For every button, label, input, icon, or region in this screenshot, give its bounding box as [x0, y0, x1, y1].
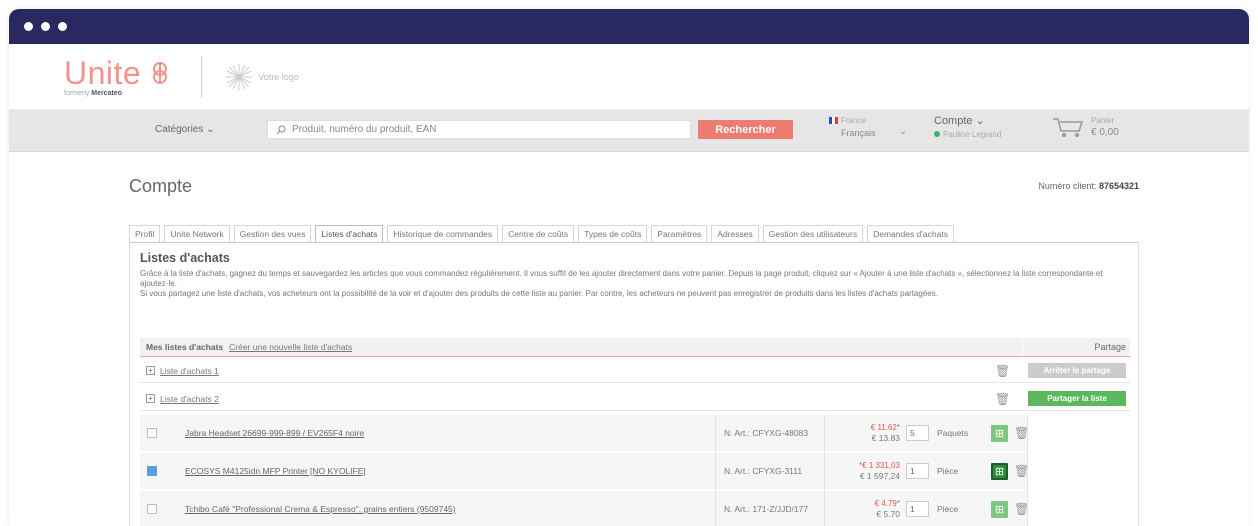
- add-to-cart-icon[interactable]: ⊞: [991, 424, 1008, 442]
- add-to-cart-icon[interactable]: ⊞: [991, 500, 1008, 518]
- search-icon: [276, 125, 286, 134]
- share-list-button[interactable]: Partager la liste: [1028, 391, 1126, 406]
- trash-icon[interactable]: 🗑: [995, 364, 1010, 378]
- browser-window: Unite formerly Mercateo Votre logo Catég…: [9, 9, 1249, 526]
- search-button[interactable]: Rechercher: [698, 120, 793, 139]
- tab-gestion-utilisateurs[interactable]: Gestion des utilisateurs: [762, 225, 864, 242]
- product-row: Tchibo Café "Professional Crema & Espres…: [140, 490, 1029, 526]
- shopping-lists-panel: Listes d'achats Grâce à la liste d'achat…: [129, 242, 1139, 526]
- my-lists-label: Mes listes d'achats: [146, 342, 224, 352]
- article-number: N. Art.: 171-Z/JJD/177: [715, 490, 825, 526]
- tab-unite-network[interactable]: Unite Network: [164, 225, 230, 242]
- product-row: ECOSYS M4125idn MFP Printer [NO KYOLIFE]…: [140, 452, 1029, 490]
- window-control-dot[interactable]: [58, 22, 67, 31]
- account-tabs: Profil Unite Network Gestion des vues Li…: [129, 225, 954, 242]
- list-row: + Liste d'achats 2 🗑 Partager la liste: [140, 387, 1130, 411]
- product-name-link[interactable]: Tchibo Café "Professional Crema & Espres…: [185, 504, 456, 514]
- language-label: Français: [841, 128, 876, 138]
- stop-sharing-button[interactable]: Arrêter le partage: [1028, 363, 1126, 378]
- tab-listes-achats[interactable]: Listes d'achats: [315, 225, 384, 242]
- section-title: Listes d'achats: [140, 251, 230, 265]
- logo-burst-icon: [226, 63, 253, 90]
- tab-adresses[interactable]: Adresses: [711, 225, 759, 242]
- unit-label: Paquets: [937, 428, 969, 438]
- trash-icon[interactable]: 🗑: [1014, 464, 1029, 478]
- quantity-input[interactable]: 1: [906, 501, 929, 517]
- product-checkbox[interactable]: [147, 466, 157, 476]
- page-title: Compte: [129, 176, 193, 196]
- nav-bar: Catégories ⌄ Produit, numéro du produit,…: [9, 110, 1249, 152]
- tab-gestion-vues[interactable]: Gestion des vues: [233, 225, 312, 242]
- chevron-down-icon: ⌄: [206, 124, 215, 135]
- brand-subtitle: formerly Mercateo: [64, 89, 122, 97]
- chevron-down-icon: ⌄: [975, 115, 985, 127]
- trash-icon[interactable]: 🗑: [995, 392, 1010, 406]
- list-name-link[interactable]: Liste d'achats 2: [160, 394, 219, 404]
- brand-logo[interactable]: Unite formerly Mercateo: [64, 57, 173, 97]
- product-name-link[interactable]: Jabra Headset 26699-999-899 / EV265F4 no…: [185, 428, 364, 438]
- unit-label: Pièce: [937, 504, 959, 514]
- share-column-blank: [1027, 415, 1130, 526]
- cart-label: Panier: [1091, 116, 1115, 125]
- client-number: Numéro client: 87654321: [1038, 181, 1139, 191]
- tab-historique-commandes[interactable]: Historique de commandes: [387, 225, 499, 242]
- product-name-link[interactable]: ECOSYS M4125idn MFP Printer [NO KYOLIFE]: [185, 466, 366, 476]
- cart-amount: € 0,00: [1091, 127, 1119, 138]
- custom-logo-placeholder: Votre logo: [224, 62, 299, 92]
- brand-symbol-icon: [153, 61, 168, 84]
- create-list-link[interactable]: Créer une nouvelle liste d'achats: [229, 342, 352, 352]
- header-divider: [201, 55, 203, 98]
- add-to-cart-icon[interactable]: ⊞: [991, 462, 1008, 480]
- quantity-input[interactable]: 1: [906, 463, 929, 479]
- search-placeholder: Produit, numéro du produit, EAN: [292, 124, 437, 135]
- country-selector[interactable]: France Français: [829, 115, 876, 139]
- product-price: *€ 1 331,03 € 1 597,24: [859, 461, 900, 481]
- product-row: Jabra Headset 26699-999-899 / EV265F4 no…: [140, 414, 1029, 452]
- online-status-icon: [934, 131, 940, 137]
- quantity-input[interactable]: 5: [906, 425, 929, 441]
- share-column-label: Partage: [1094, 342, 1126, 352]
- intro-text: Grâce à la liste d'achats, gagnez du tem…: [140, 269, 1103, 298]
- product-price: € 4.79* € 5.70: [874, 499, 900, 519]
- tab-parametres[interactable]: Paramètres: [651, 225, 708, 242]
- expand-icon[interactable]: +: [146, 394, 155, 403]
- logo-placeholder-text: Votre logo: [258, 71, 299, 82]
- expand-icon[interactable]: +: [146, 366, 155, 375]
- tab-types-couts[interactable]: Types de coûts: [578, 225, 648, 242]
- lists-header: Mes listes d'achats Créer une nouvelle l…: [140, 338, 1130, 357]
- trash-icon[interactable]: 🗑: [1014, 502, 1029, 516]
- article-number: N. Art.: CFYXG-3111: [715, 452, 825, 490]
- product-price: € 11.62* € 13.83: [870, 423, 900, 443]
- product-checkbox[interactable]: [147, 504, 157, 514]
- list-row: + Liste d'achats 1 🗑 Arrêter le partage: [140, 359, 1130, 383]
- tab-centre-couts[interactable]: Centre de coûts: [502, 225, 575, 242]
- brand-name: Unite: [64, 54, 142, 91]
- trash-icon[interactable]: 🗑: [1014, 426, 1029, 440]
- window-titlebar: [9, 9, 1249, 44]
- window-control-dot[interactable]: [24, 22, 33, 31]
- france-flag-icon: [829, 117, 838, 125]
- cart-icon: [1053, 117, 1084, 137]
- product-checkbox[interactable]: [147, 428, 157, 438]
- header-divider: [1022, 338, 1023, 357]
- cart-button[interactable]: Panier € 0,00: [1051, 115, 1119, 138]
- article-number: N. Art.: CFYXG-48083: [715, 414, 825, 452]
- window-control-dot[interactable]: [41, 22, 50, 31]
- list-name-link[interactable]: Liste d'achats 1: [160, 366, 219, 376]
- tab-profil[interactable]: Profil: [129, 225, 161, 242]
- categories-menu[interactable]: Catégories ⌄: [155, 124, 215, 135]
- site-header: Unite formerly Mercateo Votre logo: [9, 44, 1249, 110]
- tab-demandes-achats[interactable]: Demandes d'achats: [867, 225, 954, 242]
- unit-label: Pièce: [937, 466, 959, 476]
- chevron-down-icon[interactable]: ⌄: [899, 126, 907, 137]
- account-menu[interactable]: Compte ⌄ Pauline Legrand: [934, 115, 1001, 141]
- search-input[interactable]: Produit, numéro du produit, EAN: [267, 120, 691, 139]
